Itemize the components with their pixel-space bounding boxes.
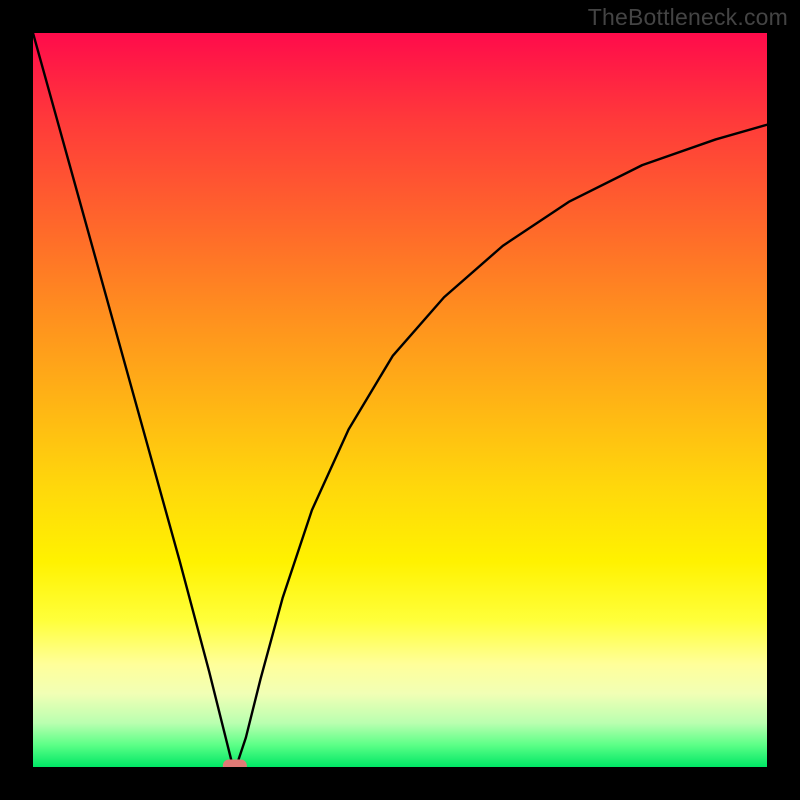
bottleneck-curve	[33, 33, 767, 767]
chart-svg	[33, 33, 767, 767]
optimum-marker	[223, 760, 247, 768]
chart-frame: TheBottleneck.com	[0, 0, 800, 800]
watermark-text: TheBottleneck.com	[588, 4, 788, 31]
